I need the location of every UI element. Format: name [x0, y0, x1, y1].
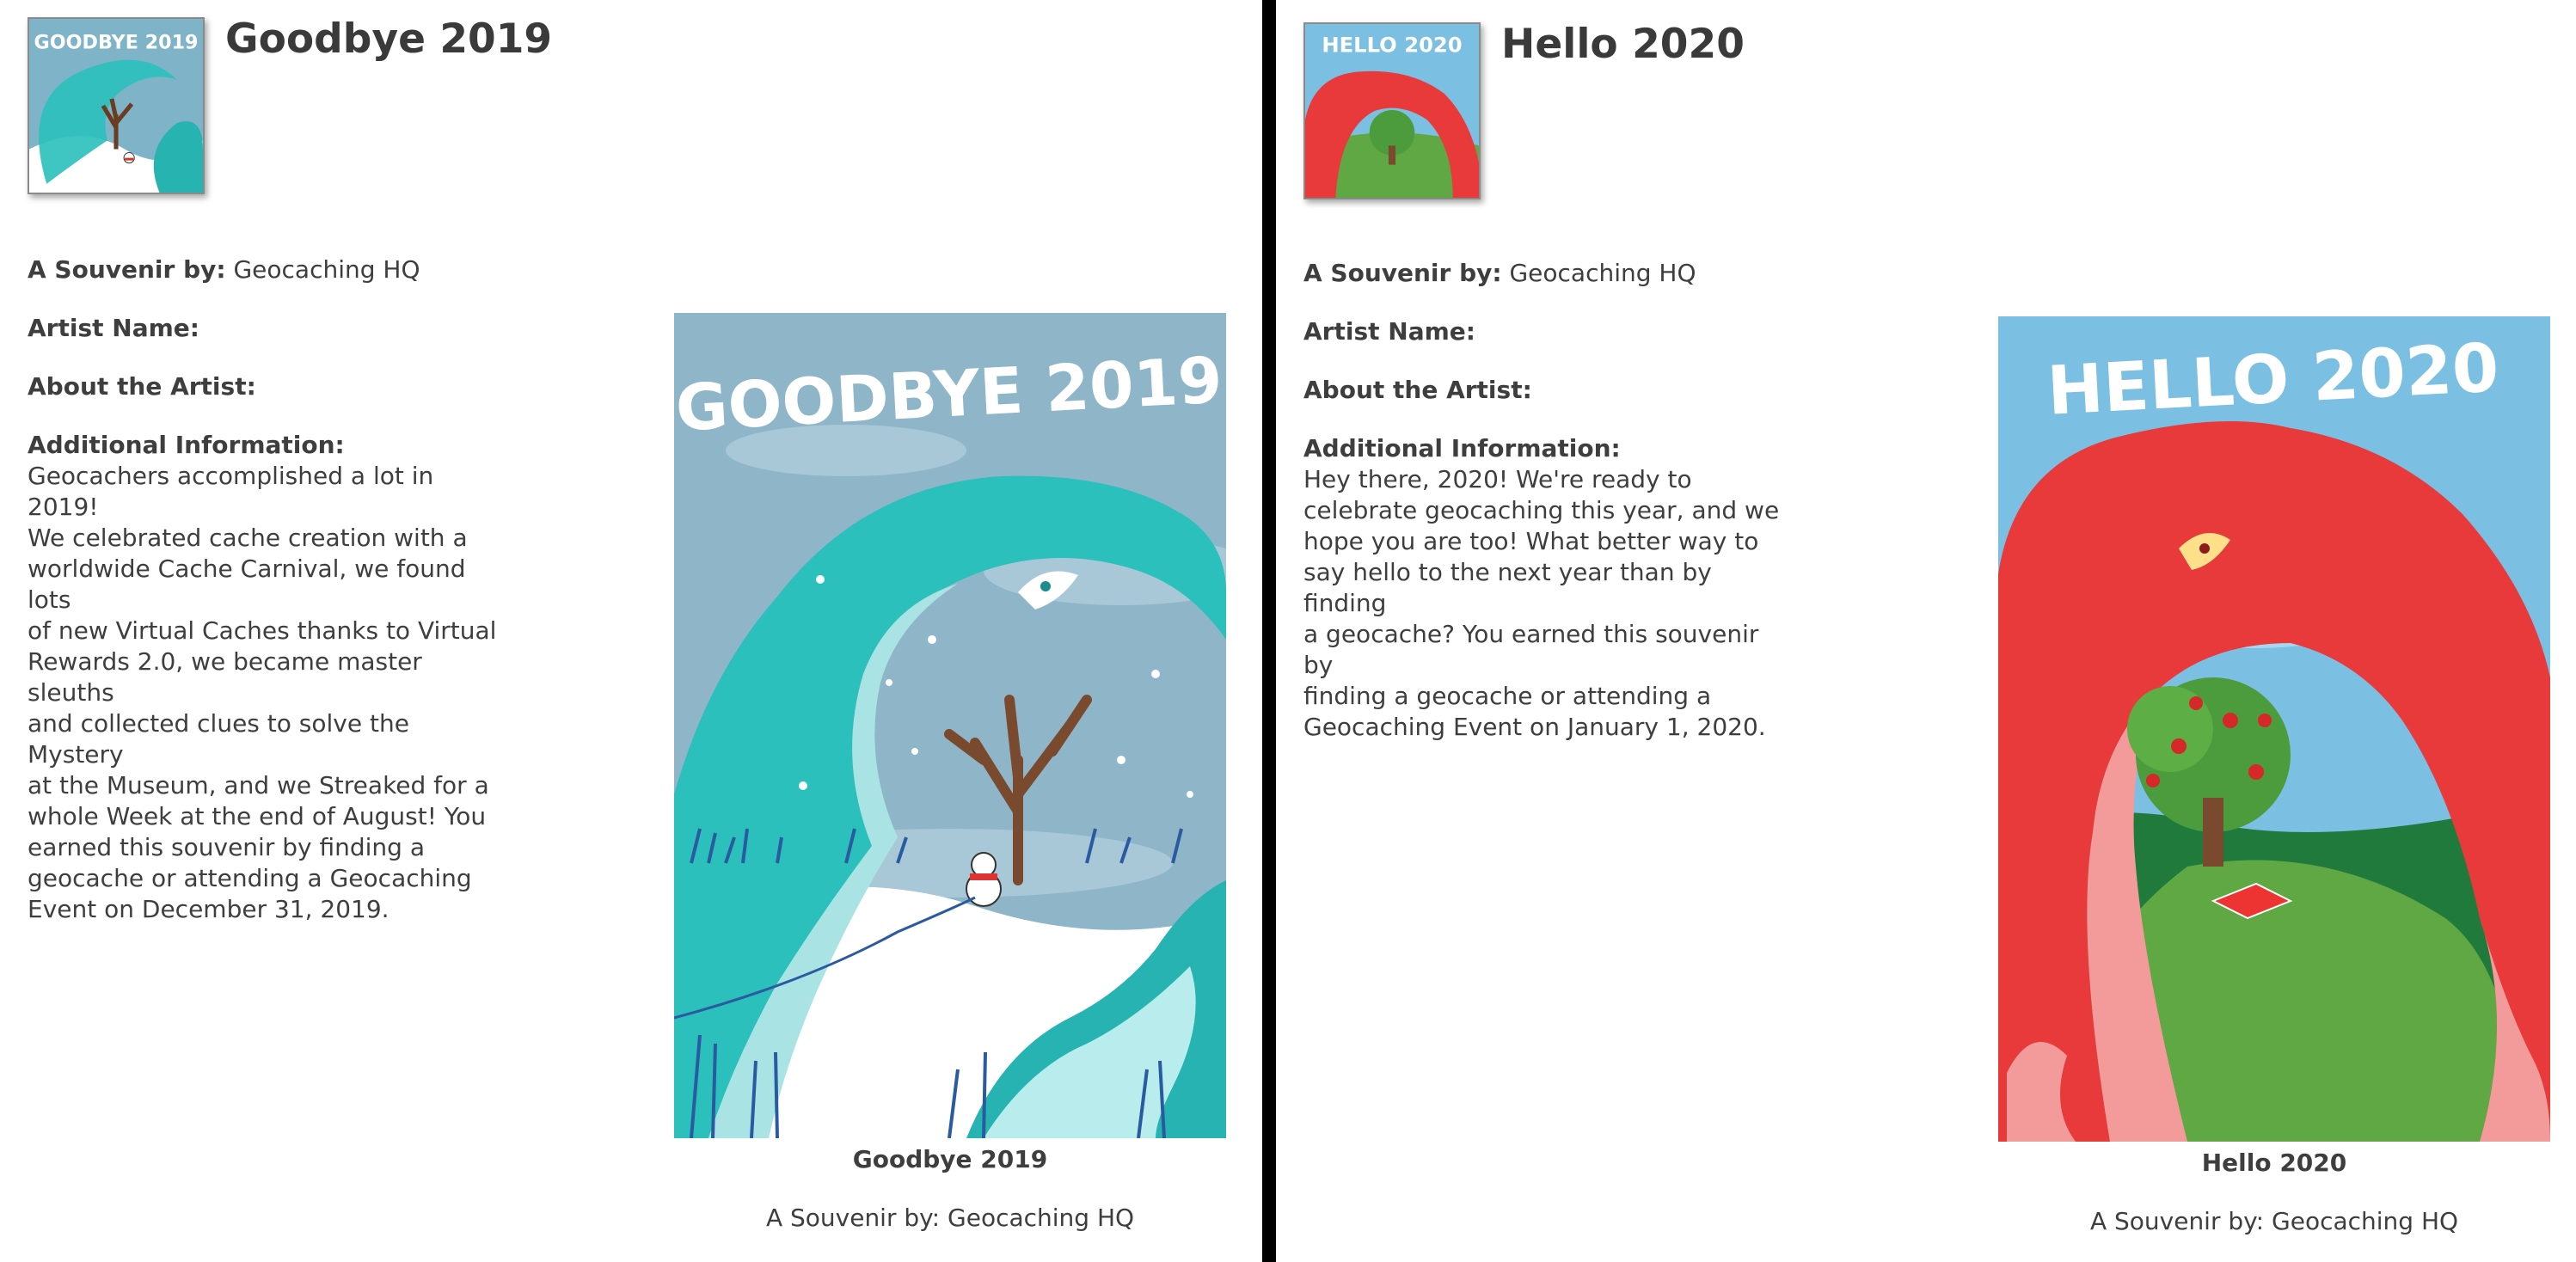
- svg-text:HELLO 2020: HELLO 2020: [1322, 32, 1462, 57]
- badge-goodbye-2019-image: GOODBYE 2019: [29, 19, 203, 193]
- souvenir-thumbnail[interactable]: GOODBYE 2019: [28, 17, 205, 194]
- additional-info-label: Additional Information:: [28, 431, 345, 459]
- poster-caption: Hello 2020: [2201, 1149, 2347, 1177]
- souvenir-poster-image[interactable]: HELLO 2020: [1998, 316, 2550, 1142]
- about-artist-row: About the Artist:: [1303, 375, 1785, 406]
- additional-info-label: Additional Information:: [1303, 434, 1621, 463]
- souvenir-poster-image[interactable]: GOODBYE 2019: [674, 313, 1226, 1138]
- souvenir-thumbnail[interactable]: HELLO 2020: [1303, 22, 1481, 199]
- souvenir-by-row: A Souvenir by: Geocaching HQ: [28, 254, 509, 285]
- additional-info-row: Additional Information: Geocachers accom…: [28, 430, 509, 925]
- panel-divider: [1262, 0, 1276, 1262]
- artist-name-label: Artist Name:: [1303, 317, 1475, 346]
- souvenir-by-label: A Souvenir by:: [1303, 259, 1502, 287]
- about-artist-label: About the Artist:: [1303, 376, 1532, 404]
- souvenir-info: A Souvenir by: Geocaching HQ Artist Name…: [28, 254, 509, 953]
- souvenir-by-value: Geocaching HQ: [233, 255, 420, 284]
- additional-info-text: Geocachers accomplished a lot in 2019! W…: [28, 462, 497, 923]
- artist-name-row: Artist Name:: [1303, 316, 1785, 347]
- poster-byline: A Souvenir by: Geocaching HQ: [765, 1204, 1135, 1232]
- about-artist-row: About the Artist:: [28, 371, 509, 402]
- badge-hello-2020-image: HELLO 2020: [1305, 24, 1479, 198]
- artist-name-row: Artist Name:: [28, 313, 509, 344]
- page-title: Hello 2020: [1501, 21, 1745, 68]
- goodbye-2019-artwork: GOODBYE 2019: [674, 313, 1226, 1138]
- additional-info-text: Hey there, 2020! We're ready to celebrat…: [1303, 465, 1780, 741]
- souvenir-by-value: Geocaching HQ: [1509, 259, 1696, 287]
- artist-name-label: Artist Name:: [28, 314, 199, 342]
- page-title: Goodbye 2019: [225, 15, 553, 63]
- souvenir-by-label: A Souvenir by:: [28, 255, 226, 284]
- souvenir-panel-hello-2020: HELLO 2020 Hello 2020 A Souvenir by: Geo…: [1276, 0, 2576, 1262]
- souvenir-panel-goodbye-2019: GOODBYE 2019 Goodbye 2019 A Souvenir by:…: [0, 0, 1262, 1262]
- poster-caption: Goodbye 2019: [852, 1145, 1048, 1173]
- about-artist-label: About the Artist:: [28, 372, 256, 401]
- additional-info-row: Additional Information: Hey there, 2020!…: [1303, 433, 1785, 743]
- souvenir-info: A Souvenir by: Geocaching HQ Artist Name…: [1303, 258, 1785, 770]
- hello-2020-artwork: HELLO 2020: [1998, 316, 2550, 1142]
- poster-byline: A Souvenir by: Geocaching HQ: [2089, 1207, 2459, 1235]
- souvenir-by-row: A Souvenir by: Geocaching HQ: [1303, 258, 1785, 289]
- svg-text:GOODBYE 2019: GOODBYE 2019: [34, 31, 198, 53]
